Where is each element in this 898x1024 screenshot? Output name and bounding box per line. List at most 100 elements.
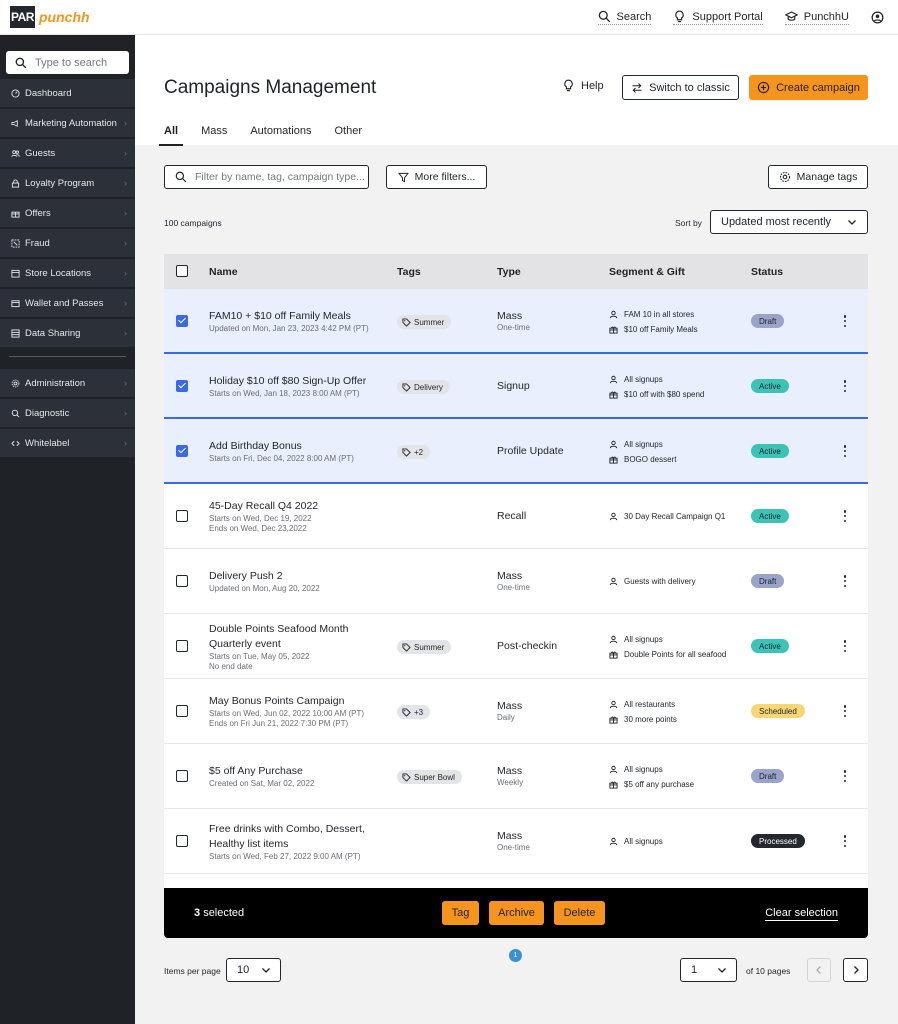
campaign-name[interactable]: Holiday $10 off $80 Sign-Up Offer xyxy=(209,374,389,389)
sidebar-item-marketing-automation[interactable]: Marketing Automation › xyxy=(0,109,135,137)
row-checkbox[interactable] xyxy=(176,640,188,652)
table-row[interactable]: Double Points Seafood Month Quarterly ev… xyxy=(164,614,868,679)
tab-other[interactable]: Other xyxy=(335,125,363,141)
tag-chip[interactable]: Delivery xyxy=(397,380,450,394)
sidebar-item-loyalty-program[interactable]: Loyalty Program › xyxy=(0,169,135,197)
user-icon xyxy=(609,635,618,644)
row-actions-kebab-icon[interactable] xyxy=(840,573,850,589)
campaign-name[interactable]: 45-Day Recall Q4 2022 xyxy=(209,499,389,514)
campaign-name[interactable]: FAM10 + $10 off Family Meals xyxy=(209,309,389,324)
campaign-tabs: All Mass Automations Other xyxy=(158,125,385,146)
campaign-type-cell: Profile Update xyxy=(497,445,564,457)
segment-line: All restaurants xyxy=(609,697,677,712)
table-row[interactable]: FAM10 + $10 off Family Meals Updated on M… xyxy=(164,289,868,354)
row-checkbox[interactable] xyxy=(176,445,188,457)
tag-button[interactable]: Tag xyxy=(442,901,479,925)
gift-line: BOGO dessert xyxy=(609,452,676,467)
tab-all[interactable]: All xyxy=(158,125,184,146)
table-row[interactable]: Add Birthday Bonus Starts on Fri, Dec 04,… xyxy=(164,419,868,484)
sidebar-item-data-sharing[interactable]: Data Sharing › xyxy=(0,319,135,347)
previous-page-button[interactable] xyxy=(807,958,831,982)
campaign-name[interactable]: Double Points Seafood Month Quarterly ev… xyxy=(209,622,389,652)
help-button[interactable]: Help xyxy=(562,79,604,92)
tab-mass[interactable]: Mass xyxy=(201,125,227,141)
next-page-button[interactable] xyxy=(843,958,868,982)
tag-chip[interactable]: +2 xyxy=(397,445,431,459)
sidebar-item-whitelabel[interactable]: Whitelabel › xyxy=(0,429,135,457)
table-row[interactable]: May Bonus Points Campaign Starts on Wed, … xyxy=(164,679,868,744)
campaign-type: Post-checkin xyxy=(497,640,558,652)
status-badge: Processed xyxy=(751,834,805,848)
create-campaign-button[interactable]: Create campaign xyxy=(749,75,868,100)
more-filters-button[interactable]: More filters... xyxy=(386,165,487,189)
sidebar-item-guests[interactable]: Guests › xyxy=(0,139,135,167)
sidebar-item-wallet-and-passes[interactable]: Wallet and Passes › xyxy=(0,289,135,317)
table-row[interactable]: $5 off Any Purchase Created on Sat, Mar 0… xyxy=(164,744,868,809)
campaign-name[interactable]: May Bonus Points Campaign xyxy=(209,694,389,709)
campaign-name[interactable]: $5 off Any Purchase xyxy=(209,764,389,779)
column-header-tags[interactable]: Tags xyxy=(397,266,421,278)
filter-search-input[interactable]: Filter by name, tag, campaign type... xyxy=(164,165,369,189)
row-checkbox[interactable] xyxy=(176,315,188,327)
sidebar-item-administration[interactable]: Administration › xyxy=(0,369,135,397)
row-checkbox[interactable] xyxy=(176,705,188,717)
row-actions-kebab-icon[interactable] xyxy=(840,638,850,654)
row-actions-kebab-icon[interactable] xyxy=(840,313,850,329)
tag-icon xyxy=(402,447,411,457)
tag-chip[interactable]: +3 xyxy=(397,705,431,719)
row-actions-kebab-icon[interactable] xyxy=(840,833,850,849)
selection-bar: 3 selected Tag Archive Delete Clear sele… xyxy=(164,888,868,938)
row-actions-kebab-icon[interactable] xyxy=(840,508,850,524)
tag-icon xyxy=(402,707,411,717)
sidebar-search-input[interactable]: Type to search xyxy=(6,51,129,74)
column-header-segment-gift[interactable]: Segment & Gift xyxy=(609,266,685,278)
row-checkbox[interactable] xyxy=(176,510,188,522)
tag-chip[interactable]: Summer xyxy=(397,640,452,654)
brand-logo[interactable]: PAR punchh xyxy=(10,6,90,28)
table-row[interactable]: Delivery Push 2 Updated on Mon, Aug 20, 2… xyxy=(164,549,868,614)
sidebar-item-offers[interactable]: Offers › xyxy=(0,199,135,227)
row-checkbox[interactable] xyxy=(176,770,188,782)
tag-label: Summer xyxy=(414,642,445,652)
page-select[interactable]: 1 xyxy=(680,958,737,982)
row-actions-kebab-icon[interactable] xyxy=(840,768,850,784)
top-search-link[interactable]: Search xyxy=(597,10,652,25)
manage-tags-button[interactable]: Manage tags xyxy=(768,165,868,189)
sidebar-item-fraud[interactable]: Fraud › xyxy=(0,229,135,257)
campaign-name[interactable]: Delivery Push 2 xyxy=(209,569,389,584)
campaign-name[interactable]: Add Birthday Bonus xyxy=(209,439,389,454)
sidebar-item-dashboard[interactable]: Dashboard xyxy=(0,79,135,107)
row-checkbox[interactable] xyxy=(176,575,188,587)
tab-automations[interactable]: Automations xyxy=(250,125,311,141)
row-checkbox[interactable] xyxy=(176,380,188,392)
sidebar-item-diagnostic[interactable]: Diagnostic › xyxy=(0,399,135,427)
tag-chip[interactable]: Summer xyxy=(397,315,452,329)
campaign-type-cell: Recall xyxy=(497,510,526,522)
row-actions-kebab-icon[interactable] xyxy=(840,703,850,719)
sidebar-item-store-locations[interactable]: Store Locations › xyxy=(0,259,135,287)
switch-to-classic-button[interactable]: Switch to classic xyxy=(622,75,739,100)
user-icon xyxy=(609,440,618,449)
top-nav: Search Support Portal PunchhU xyxy=(597,0,884,35)
table-row[interactable]: Free drinks with Combo, Dessert, Healthy… xyxy=(164,809,868,874)
items-per-page-select[interactable]: 10 xyxy=(226,958,281,982)
row-actions-kebab-icon[interactable] xyxy=(840,443,850,459)
column-header-status[interactable]: Status xyxy=(751,266,783,278)
clear-selection-link[interactable]: Clear selection xyxy=(765,907,838,921)
archive-button[interactable]: Archive xyxy=(489,901,544,925)
row-actions-kebab-icon[interactable] xyxy=(840,378,850,394)
sort-select[interactable]: Updated most recently xyxy=(710,210,868,234)
campaign-name[interactable]: Free drinks with Combo, Dessert, Healthy… xyxy=(209,822,389,852)
support-portal-link[interactable]: Support Portal xyxy=(673,10,763,25)
column-header-name[interactable]: Name xyxy=(209,266,238,278)
tag-chip[interactable]: Super Bowl xyxy=(397,770,462,784)
column-header-type[interactable]: Type xyxy=(497,266,521,278)
row-checkbox[interactable] xyxy=(176,835,188,847)
select-all-checkbox[interactable] xyxy=(176,265,188,277)
table-row[interactable]: 45-Day Recall Q4 2022 Starts on Wed, Dec … xyxy=(164,484,868,549)
punchhu-link[interactable]: PunchhU xyxy=(784,10,849,25)
user-avatar-icon[interactable] xyxy=(871,11,884,24)
sidebar-item-label: Loyalty Program xyxy=(25,177,95,189)
delete-button[interactable]: Delete xyxy=(554,901,605,925)
table-row[interactable]: Holiday $10 off $80 Sign-Up Offer Starts … xyxy=(164,354,868,419)
